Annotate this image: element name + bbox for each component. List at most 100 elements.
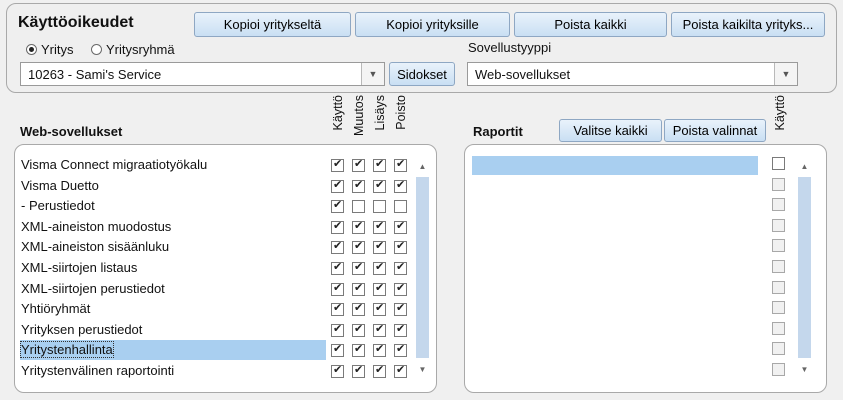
report-use-checkbox[interactable] bbox=[772, 321, 785, 335]
permission-checkbox[interactable] bbox=[373, 363, 386, 378]
chevron-down-icon[interactable]: ▼ bbox=[361, 63, 384, 85]
app-type-select-value: Web-sovellukset bbox=[475, 66, 571, 82]
permission-checkbox[interactable] bbox=[331, 301, 344, 317]
permission-checkbox[interactable] bbox=[352, 301, 365, 317]
table-row[interactable]: Yrityksen perustiedot bbox=[20, 320, 325, 340]
app-type-select[interactable]: Web-sovellukset ▼ bbox=[467, 62, 798, 86]
permission-checkbox[interactable] bbox=[394, 260, 407, 275]
table-row[interactable]: XML-siirtojen listaus bbox=[20, 258, 325, 278]
report-use-checkbox[interactable] bbox=[772, 301, 785, 315]
scroll-down-icon[interactable]: ▼ bbox=[415, 362, 430, 377]
permission-checkbox[interactable] bbox=[373, 322, 386, 337]
permission-checkbox[interactable] bbox=[352, 178, 365, 193]
permission-checkbox[interactable] bbox=[373, 200, 386, 214]
permission-checkbox[interactable] bbox=[331, 322, 344, 337]
reports-title: Raportit bbox=[473, 124, 523, 139]
permission-checkbox[interactable] bbox=[373, 239, 386, 255]
table-row[interactable]: - Perustiedot bbox=[20, 196, 325, 216]
permission-checkbox[interactable] bbox=[373, 219, 386, 234]
permission-checkbox[interactable] bbox=[352, 281, 365, 296]
permission-checkbox[interactable] bbox=[394, 301, 407, 317]
permission-checkbox[interactable] bbox=[394, 157, 407, 172]
reports-scrollbar[interactable]: ▲ ▼ bbox=[797, 159, 812, 379]
permission-checkbox[interactable] bbox=[394, 342, 407, 358]
report-use-checkbox[interactable] bbox=[772, 177, 785, 191]
permission-checkbox[interactable] bbox=[394, 281, 407, 296]
web-apps-scrollbar[interactable]: ▲ ▼ bbox=[415, 159, 430, 379]
report-use-checkbox[interactable] bbox=[772, 218, 785, 232]
permission-checkbox[interactable] bbox=[331, 281, 344, 296]
report-use-checkbox[interactable] bbox=[772, 280, 785, 294]
scroll-up-icon[interactable]: ▲ bbox=[797, 159, 812, 174]
permission-checkbox[interactable] bbox=[394, 178, 407, 193]
permission-checkbox[interactable] bbox=[352, 260, 365, 275]
report-use-checkbox[interactable] bbox=[772, 342, 785, 356]
radio-company-group[interactable] bbox=[91, 44, 102, 55]
permission-checkbox[interactable] bbox=[352, 157, 365, 172]
report-use-checkbox[interactable] bbox=[772, 260, 785, 273]
permission-checkbox[interactable] bbox=[331, 157, 344, 172]
row-label: XML-siirtojen perustiedot bbox=[20, 281, 165, 296]
permission-checkbox[interactable] bbox=[352, 363, 365, 378]
table-row[interactable]: Visma Duetto bbox=[20, 176, 325, 196]
table-row[interactable]: Yhtiöryhmät bbox=[20, 299, 325, 319]
permission-checkbox[interactable] bbox=[352, 239, 365, 255]
select-all-button[interactable]: Valitse kaikki bbox=[559, 119, 662, 142]
report-use-checkbox[interactable] bbox=[772, 157, 785, 170]
permission-checkbox[interactable] bbox=[352, 342, 365, 358]
radio-company[interactable] bbox=[26, 44, 37, 55]
report-use-checkbox[interactable] bbox=[772, 198, 785, 212]
clear-selections-button[interactable]: Poista valinnat bbox=[664, 119, 766, 142]
table-row[interactable]: Yritystenhallinta bbox=[20, 340, 326, 361]
scroll-up-icon[interactable]: ▲ bbox=[415, 159, 430, 174]
web-apps-title: Web-sovellukset bbox=[20, 124, 123, 139]
permission-checkbox[interactable] bbox=[373, 260, 386, 275]
copy-to-companies-button[interactable]: Kopioi yrityksille bbox=[355, 12, 510, 37]
permission-checkbox[interactable] bbox=[352, 219, 365, 234]
scrollbar-thumb[interactable] bbox=[416, 177, 429, 358]
permission-checkbox[interactable] bbox=[352, 200, 365, 214]
row-label: Yritystenvälinen raportointi bbox=[20, 363, 174, 378]
row-label-text: Yritystenhallinta bbox=[20, 341, 114, 359]
report-use-checkbox[interactable] bbox=[772, 239, 785, 253]
row-label-text: - Perustiedot bbox=[21, 198, 95, 214]
permission-checkbox[interactable] bbox=[394, 219, 407, 234]
scrollbar-thumb[interactable] bbox=[798, 177, 811, 358]
chevron-down-icon[interactable]: ▼ bbox=[774, 63, 797, 85]
permission-checkbox[interactable] bbox=[331, 260, 344, 275]
permission-checkbox[interactable] bbox=[373, 178, 386, 193]
permission-checkbox[interactable] bbox=[373, 281, 386, 296]
permission-checkbox[interactable] bbox=[331, 363, 344, 378]
table-row[interactable]: Yritystenvälinen raportointi bbox=[20, 361, 325, 381]
report-row-selected[interactable] bbox=[472, 156, 758, 175]
scroll-down-icon[interactable]: ▼ bbox=[797, 362, 812, 377]
copy-from-company-button[interactable]: Kopioi yritykseltä bbox=[194, 12, 351, 37]
table-row[interactable]: XML-siirtojen perustiedot bbox=[20, 279, 325, 299]
table-row[interactable]: XML-aineiston sisäänluku bbox=[20, 237, 325, 257]
app-type-label: Sovellustyyppi bbox=[468, 40, 552, 55]
permission-checkbox[interactable] bbox=[394, 239, 407, 255]
row-label: Visma Duetto bbox=[20, 178, 99, 193]
remove-all-button[interactable]: Poista kaikki bbox=[514, 12, 667, 37]
permission-checkbox[interactable] bbox=[331, 342, 344, 358]
permission-checkbox[interactable] bbox=[394, 322, 407, 337]
table-row[interactable]: Visma Connect migraatiotyökalu bbox=[20, 155, 325, 175]
permission-checkbox[interactable] bbox=[331, 178, 344, 193]
permission-checkbox[interactable] bbox=[331, 239, 344, 255]
permission-checkbox[interactable] bbox=[373, 157, 386, 172]
permission-checkbox[interactable] bbox=[373, 342, 386, 358]
company-select[interactable]: 10263 - Sami's Service ▼ bbox=[20, 62, 385, 86]
row-label: XML-aineiston sisäänluku bbox=[20, 239, 169, 254]
row-label-text: Yhtiöryhmät bbox=[21, 301, 91, 317]
links-button[interactable]: Sidokset bbox=[389, 62, 455, 86]
permission-checkbox[interactable] bbox=[331, 198, 344, 214]
permission-checkbox[interactable] bbox=[394, 200, 407, 214]
permission-checkbox[interactable] bbox=[394, 363, 407, 378]
permission-checkbox[interactable] bbox=[373, 301, 386, 317]
table-row[interactable]: XML-aineiston muodostus bbox=[20, 217, 325, 237]
permission-checkbox[interactable] bbox=[331, 219, 344, 234]
report-use-checkbox[interactable] bbox=[772, 363, 785, 376]
row-label-text: Visma Duetto bbox=[21, 177, 99, 193]
permission-checkbox[interactable] bbox=[352, 322, 365, 337]
remove-all-from-companies-button[interactable]: Poista kaikilta yrityks... bbox=[671, 12, 825, 37]
